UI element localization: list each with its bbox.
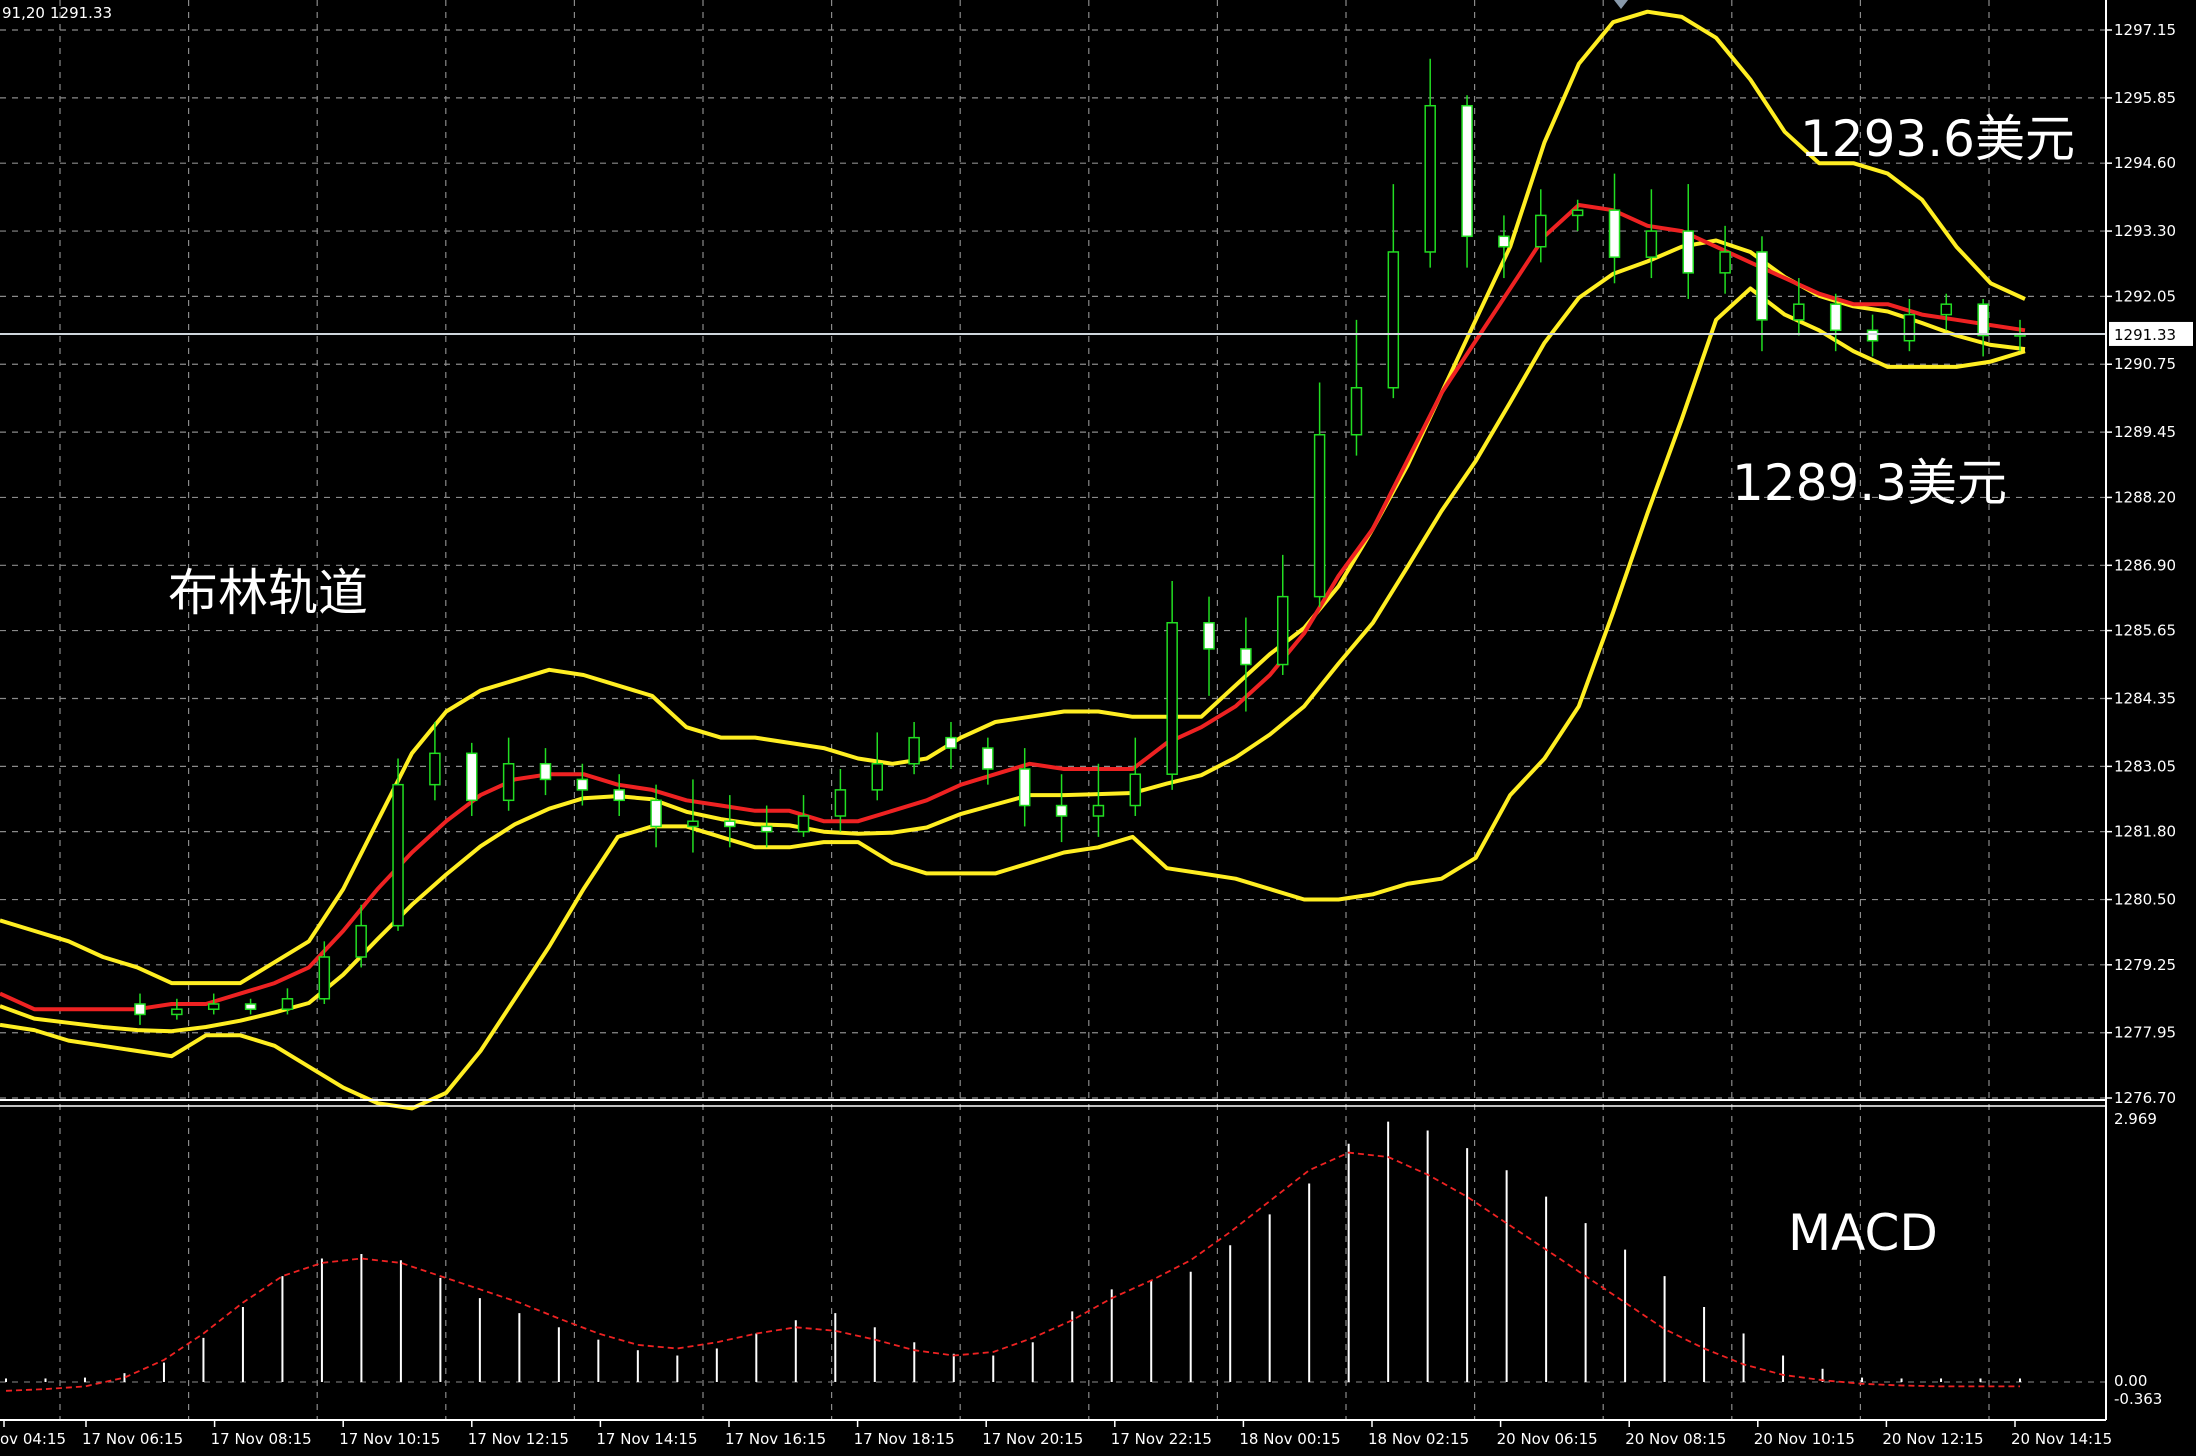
- time-tick-label: 17 Nov 22:15: [1111, 1430, 1212, 1448]
- candle-body: [650, 799, 662, 828]
- time-tick-label: 20 Nov 08:15: [1625, 1430, 1726, 1448]
- candle-body: [1719, 251, 1731, 274]
- candle-body: [429, 752, 441, 786]
- candle-body: [1092, 804, 1105, 817]
- header-price: 1291.33: [50, 4, 112, 22]
- price-tick-label: 1276.70: [2114, 1089, 2176, 1107]
- candle-body: [207, 1003, 220, 1010]
- price-tick-label: 1289.45: [2114, 423, 2176, 441]
- candle-body: [1977, 303, 1989, 337]
- candle-body: [318, 956, 331, 1000]
- candle-body: [945, 736, 957, 749]
- price-tick-label: 1294.60: [2114, 154, 2176, 172]
- chart-canvas: 1297.15 1295.85 1294.60 1293.30 1292.05 1290.…: [0, 0, 2196, 1456]
- candle-body: [244, 1003, 257, 1010]
- price-tick-label: 1285.65: [2114, 622, 2176, 640]
- candle-body: [134, 1003, 146, 1016]
- price-tick-label: 1281.80: [2114, 823, 2176, 841]
- candle-body: [1756, 251, 1768, 321]
- macd-axis-label-top: 2.969: [2114, 1110, 2157, 1128]
- candle-body: [1166, 622, 1178, 775]
- candle-body: [392, 783, 404, 927]
- candle-body: [1055, 804, 1068, 817]
- time-tick-label: 17 Nov 16:15: [725, 1430, 826, 1448]
- price-tick-label: 1288.20: [2114, 488, 2176, 506]
- candle-body: [1203, 622, 1215, 650]
- candle-body: [1276, 595, 1289, 666]
- time-tick-label: 20 Nov 06:15: [1497, 1430, 1598, 1448]
- candle-body: [171, 1008, 183, 1016]
- macd-axis-label-zero: 0.00: [2114, 1372, 2147, 1390]
- time-tick-label: 17 Nov 20:15: [982, 1430, 1083, 1448]
- time-tick-label: 17 Nov 08:15: [211, 1430, 312, 1448]
- price-tick-label: 1290.75: [2114, 355, 2176, 373]
- time-tick-label: 18 Nov 00:15: [1239, 1430, 1340, 1448]
- price-tick-label: 1297.15: [2114, 21, 2176, 39]
- price-tick-label: 1277.95: [2114, 1024, 2176, 1042]
- candle-body: [1461, 104, 1473, 238]
- candle-body: [539, 763, 552, 781]
- price-tick-label: 1279.25: [2114, 956, 2176, 974]
- candle-body: [1387, 251, 1400, 389]
- price-tick-label: 1280.50: [2114, 891, 2176, 909]
- candle-body: [1903, 313, 1916, 342]
- candle-body: [687, 820, 699, 828]
- candle-body: [1350, 386, 1363, 436]
- header-time: 91,20: [2, 4, 45, 22]
- price-tick-label: 1284.35: [2114, 689, 2176, 707]
- price-tick-label: 1286.90: [2114, 556, 2176, 574]
- macd-axis-label-bottom: -0.363: [2114, 1390, 2162, 1408]
- candle-body: [1682, 230, 1694, 274]
- time-tick-label: 17 Nov 12:15: [468, 1430, 569, 1448]
- candle-body: [834, 789, 847, 817]
- price-tick-label: 1292.05: [2114, 287, 2176, 305]
- candle-body: [281, 998, 294, 1010]
- annotation-bollinger: 布林轨道: [168, 564, 368, 622]
- annotation-lower-value: 1289.3美元: [1732, 454, 2007, 512]
- annotation-upper-value: 1293.6美元: [1800, 110, 2075, 168]
- time-tick-label: 17 Nov 10:15: [339, 1430, 440, 1448]
- price-tick-label: 1283.05: [2114, 757, 2176, 775]
- candle-body: [1645, 230, 1658, 258]
- time-tick-label: 17 Nov 06:15: [82, 1430, 183, 1448]
- candle-body: [355, 924, 367, 958]
- time-tick-label: ov 04:15: [0, 1430, 66, 1448]
- candle-body: [1866, 329, 1879, 342]
- candle-body: [1498, 235, 1510, 248]
- candle-body: [1793, 303, 1805, 321]
- candle-body: [1240, 648, 1252, 666]
- candle-body: [613, 789, 625, 802]
- time-tick-label: 20 Nov 12:15: [1882, 1430, 1983, 1448]
- candle-body: [466, 752, 478, 802]
- candle-body: [502, 763, 515, 802]
- current-price-tag: 1291.33: [2114, 326, 2176, 344]
- candle-body: [871, 763, 884, 791]
- candle-body: [1829, 303, 1842, 332]
- time-tick-label: 20 Nov 10:15: [1754, 1430, 1855, 1448]
- annotation-macd: MACD: [1788, 1204, 1938, 1262]
- price-tick-label: 1293.30: [2114, 222, 2176, 240]
- candle-body: [1129, 773, 1142, 807]
- candle-body: [1608, 209, 1621, 258]
- time-tick-label: 18 Nov 02:15: [1368, 1430, 1469, 1448]
- candle-body: [1535, 214, 1547, 248]
- time-tick-label: 20 Nov 14:15: [2011, 1430, 2112, 1448]
- candle-body: [1018, 768, 1031, 807]
- candle-body: [1313, 433, 1326, 598]
- candle-body: [908, 736, 920, 765]
- candle-body: [1424, 104, 1436, 253]
- candle-body: [1571, 209, 1584, 217]
- candle-body: [982, 747, 994, 770]
- candle-body: [760, 825, 773, 833]
- time-tick-label: 17 Nov 14:15: [596, 1430, 697, 1448]
- price-tick-label: 1295.85: [2114, 89, 2176, 107]
- candle-body: [576, 778, 589, 791]
- candle-body: [1940, 303, 1953, 316]
- candle-body: [797, 815, 810, 833]
- candle-body: [724, 820, 736, 828]
- time-tick-label: 17 Nov 18:15: [854, 1430, 955, 1448]
